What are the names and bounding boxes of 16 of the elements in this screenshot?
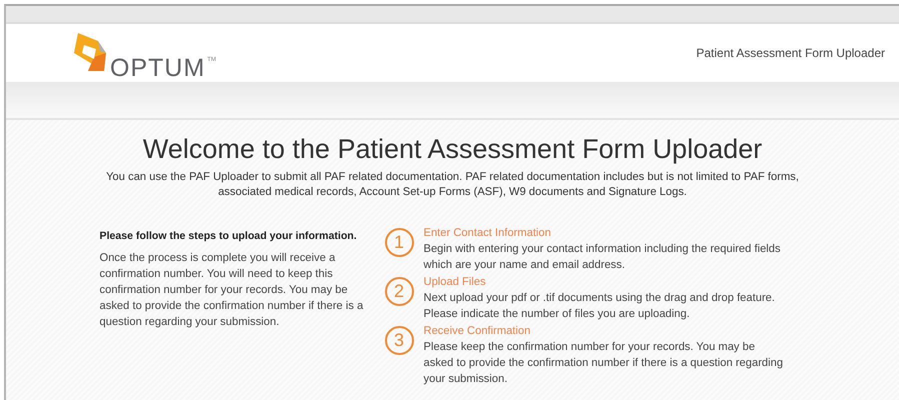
step-title: Receive Confirmation <box>424 324 532 339</box>
step-title: Upload Files <box>424 275 487 290</box>
instructions-title: Please follow the steps to upload your information. <box>100 230 358 242</box>
step-text: Begin with entering your contact information including the required fields which are your name and email address. <box>424 242 782 273</box>
step-number: 3 <box>384 326 414 355</box>
step-text: Please keep the confirmation number for your records. You may be asked to provide the confirmation number if there is a question regarding your submission. <box>424 340 784 387</box>
header-title: Patient Assessment Form Uploader <box>696 46 885 60</box>
step-number: 2 <box>384 277 414 306</box>
intro-text: You can use the PAF Uploader to submit all PAF related documentation. PAF related documentation includes but is not limited to PAF forms, associated medical records, Account Set-up Forms (ASF), W9 documents and Signature Logs. <box>105 170 800 200</box>
step-text: Next upload your pdf or .tif documents using the drag and drop feature. Please indicate the number of files you are uploading. <box>424 291 776 322</box>
page-heading: Welcome to the Patient Assessment Form Uploader <box>142 133 762 166</box>
step-number: 1 <box>384 228 414 257</box>
logo-icon <box>72 31 108 73</box>
logo-text: OPTUM <box>110 56 206 81</box>
instructions-text: Once the process is complete you will receive a confirmation number. You will need to keep this confirmation number for your records. You may be asked to provide the confirmation number if there is a question regarding your submission. <box>100 251 364 330</box>
step-title: Enter Contact Information <box>424 226 552 241</box>
